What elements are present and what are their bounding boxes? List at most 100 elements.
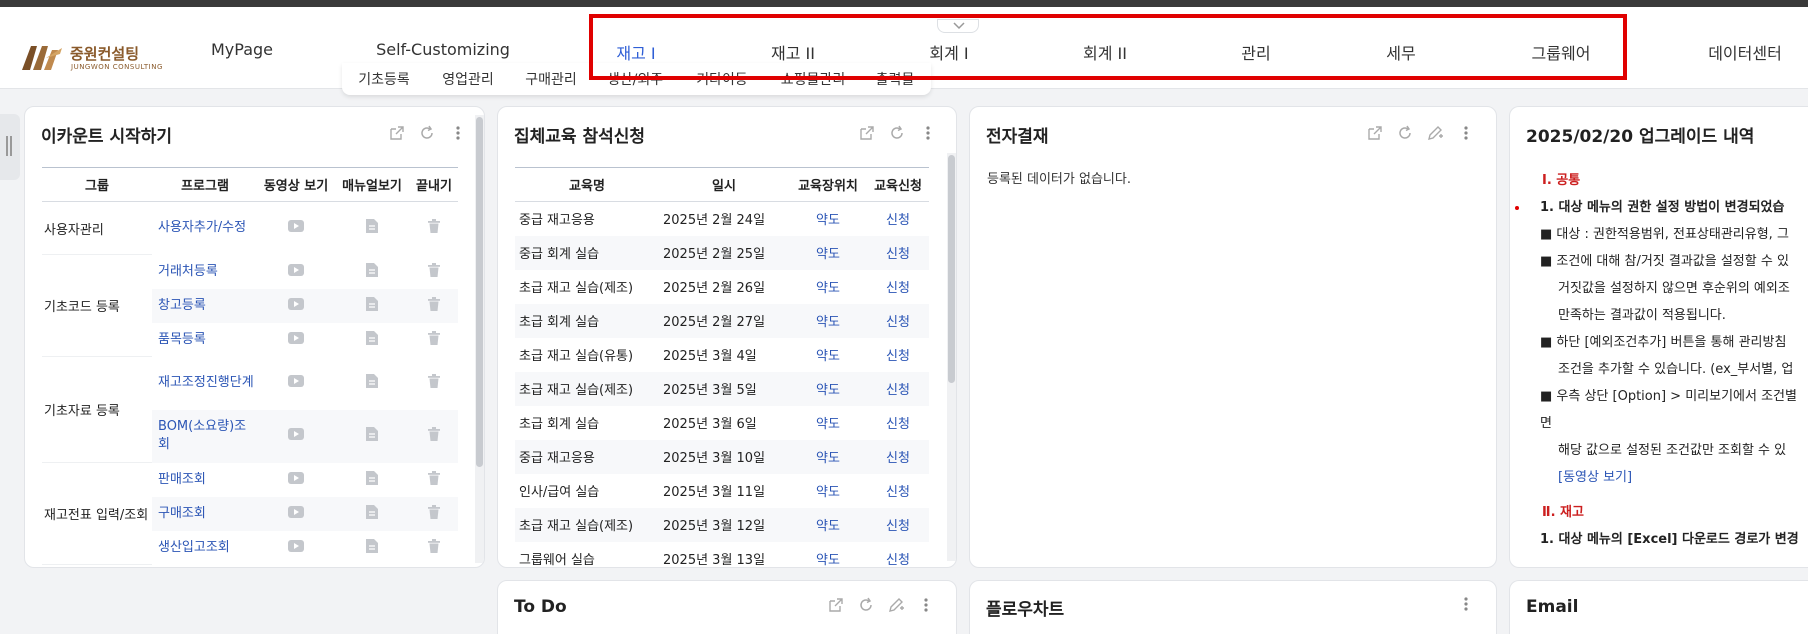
map-link[interactable]: 약도 (816, 213, 840, 228)
trash-icon[interactable] (428, 330, 440, 349)
program-link[interactable]: 생산입고조회 (158, 540, 230, 555)
video-play-icon[interactable] (288, 428, 304, 444)
manual-doc-icon[interactable] (366, 504, 378, 523)
refresh-icon[interactable] (888, 124, 906, 142)
nav-accounting-1[interactable]: 회계 I (929, 40, 968, 64)
open-external-icon[interactable] (388, 124, 406, 142)
scrollbar-thumb[interactable] (476, 117, 483, 467)
nav-groupware[interactable]: 그룹웨어 (1532, 40, 1591, 64)
nav-inventory-2[interactable]: 재고 II (771, 40, 815, 64)
program-link[interactable]: 거래처등록 (158, 264, 218, 279)
video-play-icon[interactable] (288, 331, 304, 348)
apply-link[interactable]: 신청 (886, 451, 910, 466)
manual-doc-icon[interactable] (366, 296, 378, 315)
video-play-icon[interactable] (288, 263, 304, 280)
nav-mypage[interactable]: MyPage (211, 40, 273, 59)
collapse-menu-handle[interactable] (937, 19, 979, 33)
trash-icon[interactable] (428, 219, 440, 237)
apply-link[interactable]: 신청 (886, 519, 910, 534)
trash-icon[interactable] (428, 470, 440, 489)
manual-doc-icon[interactable] (366, 219, 378, 237)
scrollbar-thumb[interactable] (948, 155, 955, 383)
more-options-icon[interactable] (919, 124, 937, 142)
table-row: 초급 재고 실습(유통) 2025년 3월 4일 약도 신청 (515, 337, 929, 372)
map-link[interactable]: 약도 (816, 383, 840, 398)
map-link[interactable]: 약도 (816, 247, 840, 262)
video-play-icon[interactable] (288, 297, 304, 314)
apply-link[interactable]: 신청 (886, 553, 910, 567)
manual-doc-icon[interactable] (366, 538, 378, 557)
apply-link[interactable]: 신청 (886, 349, 910, 364)
subnav-shopping-mall[interactable]: 쇼핑몰관리 (781, 69, 845, 89)
subnav-other-transfer[interactable]: 기타이동 (696, 69, 748, 89)
apply-link[interactable]: 신청 (886, 213, 910, 228)
trash-icon[interactable] (428, 262, 440, 281)
map-link[interactable]: 약도 (816, 315, 840, 330)
video-play-icon[interactable] (288, 471, 304, 488)
more-options-icon[interactable] (1457, 595, 1475, 613)
map-link[interactable]: 약도 (816, 519, 840, 534)
apply-link[interactable]: 신청 (886, 247, 910, 262)
open-external-icon[interactable] (827, 596, 845, 614)
program-link[interactable]: 창고등록 (158, 298, 206, 313)
refresh-icon[interactable] (418, 124, 436, 142)
refresh-icon[interactable] (857, 596, 875, 614)
manual-doc-icon[interactable] (366, 374, 378, 392)
map-link[interactable]: 약도 (816, 281, 840, 296)
nav-tax[interactable]: 세무 (1386, 40, 1415, 64)
video-play-icon[interactable] (288, 220, 304, 236)
map-link[interactable]: 약도 (816, 417, 840, 432)
edit-pen-icon[interactable] (887, 596, 905, 614)
apply-link[interactable]: 신청 (886, 281, 910, 296)
program-link[interactable]: 사용자추가/수정 (158, 220, 246, 235)
apply-link[interactable]: 신청 (886, 417, 910, 432)
program-link[interactable]: 구매조회 (158, 506, 206, 521)
scrollbar[interactable] (475, 115, 484, 563)
open-external-icon[interactable] (1366, 124, 1384, 142)
more-options-icon[interactable] (917, 596, 935, 614)
video-link[interactable]: [동영상 보기] (1558, 470, 1632, 485)
program-link[interactable]: 재고조정진행단계 (158, 375, 254, 390)
sidebar-toggle-handle[interactable] (0, 114, 20, 180)
nav-data-center[interactable]: 데이터센터 (1708, 40, 1782, 64)
map-link[interactable]: 약도 (816, 485, 840, 500)
subnav-production[interactable]: 생산/외주 (607, 69, 663, 89)
trash-icon[interactable] (428, 538, 440, 557)
apply-link[interactable]: 신청 (886, 383, 910, 398)
program-link[interactable]: 판매조회 (158, 472, 206, 487)
apply-link[interactable]: 신청 (886, 315, 910, 330)
video-play-icon[interactable] (288, 375, 304, 391)
manual-doc-icon[interactable] (366, 470, 378, 489)
subnav-purchase[interactable]: 구매관리 (525, 69, 577, 89)
nav-inventory-1[interactable]: 재고 I (616, 40, 655, 64)
apply-link[interactable]: 신청 (886, 485, 910, 500)
edit-pen-icon[interactable] (1426, 124, 1444, 142)
logo-subtext: JUNGWON CONSULTING (71, 63, 163, 71)
manual-doc-icon[interactable] (366, 330, 378, 349)
subnav-sales[interactable]: 영업관리 (442, 69, 494, 89)
nav-accounting-2[interactable]: 회계 II (1083, 40, 1127, 64)
trash-icon[interactable] (428, 427, 440, 445)
trash-icon[interactable] (428, 504, 440, 523)
nav-management[interactable]: 관리 (1241, 40, 1270, 64)
manual-doc-icon[interactable] (366, 427, 378, 445)
map-link[interactable]: 약도 (816, 553, 840, 567)
refresh-icon[interactable] (1396, 124, 1414, 142)
more-options-icon[interactable] (1457, 124, 1475, 142)
video-play-icon[interactable] (288, 505, 304, 522)
manual-doc-icon[interactable] (366, 262, 378, 281)
subnav-printouts[interactable]: 출력물 (876, 69, 915, 89)
program-link[interactable]: BOM(소요량)조회 (158, 419, 246, 452)
map-link[interactable]: 약도 (816, 451, 840, 466)
scrollbar[interactable] (947, 153, 956, 561)
program-link[interactable]: 품목등록 (158, 332, 206, 347)
subnav-basic-registration[interactable]: 기초등록 (358, 69, 410, 89)
open-external-icon[interactable] (858, 124, 876, 142)
trash-icon[interactable] (428, 374, 440, 392)
map-link[interactable]: 약도 (816, 349, 840, 364)
more-options-icon[interactable] (449, 124, 467, 142)
video-play-icon[interactable] (288, 539, 304, 556)
company-logo[interactable]: 중원컨설팅 JUNGWON CONSULTING (22, 41, 162, 75)
nav-self-customizing[interactable]: Self-Customizing (376, 40, 510, 59)
trash-icon[interactable] (428, 296, 440, 315)
